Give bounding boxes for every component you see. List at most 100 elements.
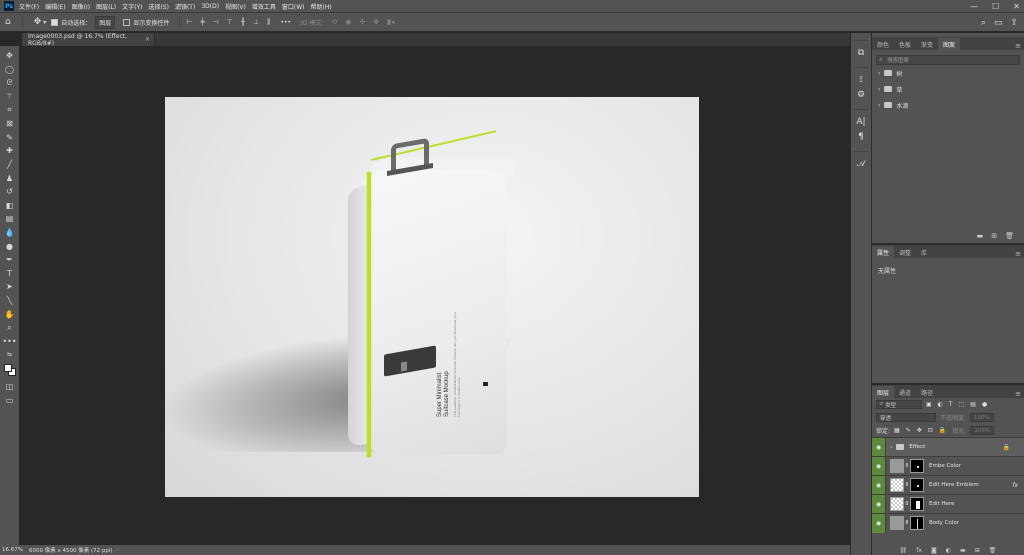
menu-3d[interactable]: 3D(D)	[201, 3, 219, 10]
layer-kind-filter[interactable]: ⌕ 类型	[876, 400, 922, 409]
home-icon[interactable]: ⌂	[5, 17, 11, 27]
add-mask-icon[interactable]: ◙	[931, 547, 937, 554]
menu-filter[interactable]: 滤镜(T)	[175, 2, 195, 11]
layer-row-edit-here[interactable]: ◉ 8 Edit Here	[872, 494, 1024, 514]
menu-view[interactable]: 视图(V)	[225, 2, 246, 11]
eye-icon[interactable]: ◉	[872, 456, 886, 476]
chevron-right-icon[interactable]: ›	[878, 102, 880, 109]
search-icon[interactable]: ⌕	[981, 18, 986, 28]
eye-icon[interactable]: ◉	[872, 513, 886, 533]
history-panel-icon[interactable]: ⧉	[853, 45, 869, 60]
menu-type[interactable]: 文字(Y)	[122, 2, 142, 11]
align-hcenter-icon[interactable]: ╪	[200, 18, 204, 27]
pixel-filter-icon[interactable]: ▣	[926, 401, 932, 408]
layer-mask-thumbnail[interactable]	[910, 516, 924, 530]
glyphs-panel-icon[interactable]: 𝒜	[853, 156, 869, 171]
line-tool-icon[interactable]: ╲	[2, 294, 18, 308]
auto-select-dropdown[interactable]: 图层	[95, 15, 116, 29]
link-layers-icon[interactable]: ⛓	[900, 547, 908, 554]
eye-icon[interactable]: ◉	[872, 475, 886, 495]
3d-scale-icon[interactable]: ▮◂	[387, 18, 394, 26]
healing-tool-icon[interactable]: ✚	[2, 144, 18, 158]
zoom-level[interactable]: 16.67%	[2, 547, 23, 553]
chevron-down-icon[interactable]: ▾	[43, 19, 46, 26]
chevron-right-icon[interactable]: ›	[878, 70, 880, 77]
layer-row-effect[interactable]: ◉ › Effect 🔒	[872, 437, 1024, 457]
paragraph-panel-icon[interactable]: ¶	[853, 129, 869, 144]
smart-object-filter-icon[interactable]: ▤	[970, 401, 976, 408]
layer-mask-thumbnail[interactable]	[910, 497, 924, 511]
panel-menu-icon[interactable]: ≡	[1015, 42, 1021, 50]
new-pattern-icon[interactable]: ⊞	[991, 232, 997, 240]
document-canvas[interactable]: Super Minimalist Suitcase Mockup This po…	[165, 97, 699, 497]
layer-mask-thumbnail[interactable]	[910, 459, 924, 473]
menu-edit[interactable]: 编辑(E)	[45, 2, 65, 11]
history-brush-icon[interactable]: ↺	[2, 185, 18, 199]
show-transform-checkbox[interactable]	[123, 18, 131, 26]
add-style-icon[interactable]: fx	[916, 547, 922, 554]
tab-color[interactable]: 颜色	[872, 38, 894, 50]
menu-window[interactable]: 窗口(W)	[282, 2, 305, 11]
chevron-right-icon[interactable]: ›	[878, 86, 880, 93]
tab-libraries[interactable]: 库	[916, 246, 932, 258]
character-panel-icon[interactable]: A|	[853, 114, 869, 129]
lock-all-icon[interactable]: 🔒	[939, 427, 946, 434]
layer-mask-thumbnail[interactable]	[910, 478, 924, 492]
hand-tool-icon[interactable]: ✋	[2, 307, 18, 321]
align-top-icon[interactable]: ⊤	[227, 18, 233, 27]
status-menu-arrow[interactable]: ›	[117, 547, 119, 553]
more-tools-icon[interactable]: •••	[2, 334, 18, 348]
filter-toggle-icon[interactable]: ●	[982, 401, 987, 408]
layer-row-embe-color[interactable]: ◉ 8 Embe Color	[872, 456, 1024, 476]
tab-layers[interactable]: 图层	[872, 386, 895, 398]
screen-mode-icon[interactable]: ▭	[2, 393, 18, 407]
shape-filter-icon[interactable]: ⬚	[959, 401, 965, 408]
trash-icon[interactable]: 🗑	[989, 547, 997, 554]
workspace-icon[interactable]: ▭	[994, 18, 1003, 28]
eye-icon[interactable]: ◉	[872, 494, 886, 514]
more-options-button[interactable]: •••	[280, 19, 291, 26]
blur-tool-icon[interactable]: 💧	[2, 226, 18, 240]
type-filter-icon[interactable]: T	[949, 401, 953, 408]
pattern-folder-water[interactable]: › 水滴	[872, 97, 1024, 113]
menu-file[interactable]: 文件(F)	[19, 2, 39, 11]
new-group-icon[interactable]: ▬	[977, 232, 984, 240]
align-bottom-icon[interactable]: ⊥	[253, 18, 259, 27]
layer-row-body-color[interactable]: ◉ 8 Body Color	[872, 513, 1024, 533]
path-select-tool-icon[interactable]: ➤	[2, 280, 18, 294]
brush-settings-icon[interactable]: ⟟	[853, 72, 869, 87]
marquee-tool-icon[interactable]: ◯	[2, 63, 18, 77]
layer-row-edit-here-emblem[interactable]: ◉ 8 Edit Here Emblem fx	[872, 475, 1024, 495]
crop-tool-icon[interactable]: ⌗	[2, 103, 18, 117]
quick-mask-icon[interactable]: ◫	[2, 380, 18, 394]
fill-input[interactable]: 100%	[970, 426, 995, 435]
eye-icon[interactable]: ◉	[872, 437, 886, 457]
menu-layer[interactable]: 图层(L)	[96, 2, 116, 11]
tab-adjustments[interactable]: 调整	[894, 246, 916, 258]
tab-channels[interactable]: 通道	[894, 386, 916, 398]
pen-tool-icon[interactable]: ✒	[2, 253, 18, 267]
3d-slide-icon[interactable]: ✤	[373, 18, 379, 26]
panel-menu-icon[interactable]: ≡	[1015, 250, 1021, 258]
zoom-tool-icon[interactable]: ⌕	[2, 321, 18, 335]
lock-artboard-icon[interactable]: ⊡	[928, 427, 933, 434]
pattern-search-input[interactable]: ⌕ 搜索图案	[876, 55, 1020, 65]
gradient-tool-icon[interactable]: ▤	[2, 212, 18, 226]
3d-orbit-icon[interactable]: ⟲	[331, 18, 337, 26]
swap-colors-icon[interactable]: ⇆	[2, 348, 18, 362]
frame-tool-icon[interactable]: ⊠	[2, 117, 18, 131]
pattern-folder-trees[interactable]: › 树	[872, 65, 1024, 81]
align-left-icon[interactable]: ⊢	[186, 18, 192, 27]
lock-transparency-icon[interactable]: ▦	[894, 427, 900, 434]
close-tab-icon[interactable]: ×	[145, 36, 150, 43]
maximize-button[interactable]: ☐	[992, 2, 999, 11]
chevron-right-icon[interactable]: ›	[890, 444, 892, 451]
lasso-tool-icon[interactable]: ᘓ	[2, 76, 18, 90]
share-icon[interactable]: ⇪	[1010, 18, 1018, 28]
new-group-icon[interactable]: ▬	[960, 547, 966, 554]
stamp-tool-icon[interactable]: ♟	[2, 171, 18, 185]
foreground-color-swatch[interactable]	[4, 364, 12, 372]
align-right-icon[interactable]: ⊣	[213, 18, 219, 27]
move-tool-icon[interactable]: ✥	[2, 49, 18, 63]
eyedropper-tool-icon[interactable]: ✎	[2, 131, 18, 145]
